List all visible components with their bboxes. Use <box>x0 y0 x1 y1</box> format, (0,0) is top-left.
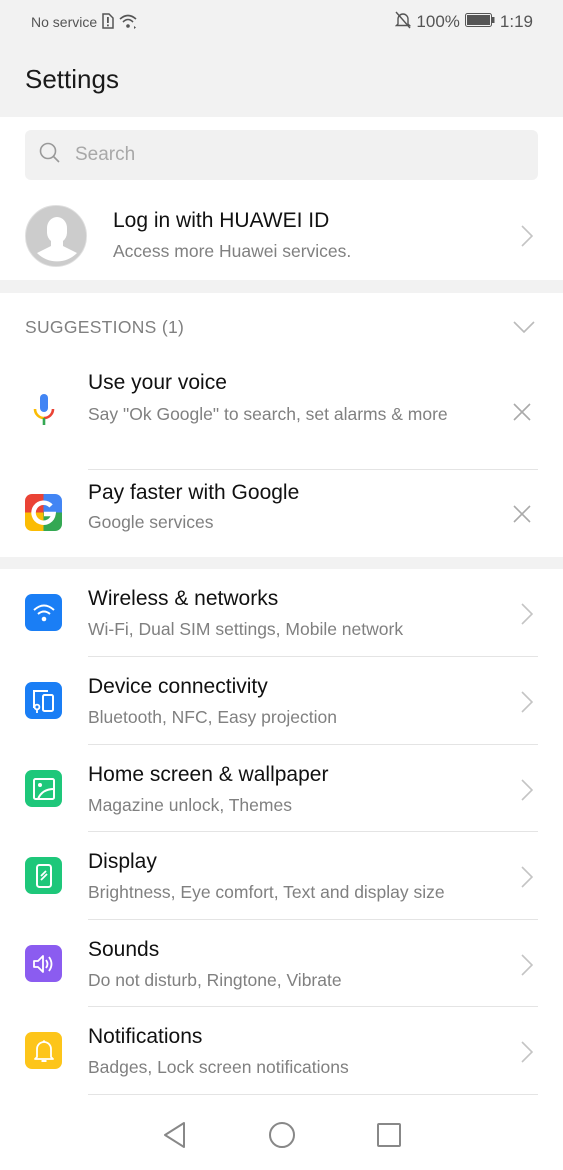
status-right: 100% 1:19 <box>395 11 533 34</box>
item-title: Display <box>88 850 157 873</box>
huawei-id-login[interactable]: Log in with HUAWEI ID Access more Huawei… <box>0 197 563 280</box>
account-title: Log in with HUAWEI ID <box>113 209 330 232</box>
chevron-right-icon <box>521 603 533 625</box>
suggestion-item[interactable]: Use your voice Say "Ok Google" to search… <box>0 361 563 470</box>
chevron-right-icon <box>521 225 533 247</box>
chevron-down-icon[interactable] <box>513 320 535 338</box>
battery-percent: 100% <box>416 12 460 31</box>
wallpaper-icon <box>25 770 62 807</box>
close-icon[interactable] <box>513 403 531 426</box>
item-title: Sounds <box>88 938 160 961</box>
suggestions-card: SUGGESTIONS (1) Use your voice Say "Ok G… <box>0 293 563 557</box>
suggestion-title: Pay faster with Google <box>88 481 300 504</box>
sim-alert-icon <box>101 12 114 32</box>
item-title: Device connectivity <box>88 675 268 698</box>
display-icon <box>25 857 62 894</box>
settings-item-device-connectivity[interactable]: Device connectivity Bluetooth, NFC, Easy… <box>0 657 563 745</box>
settings-item-sounds[interactable]: Sounds Do not disturb, Ringtone, Vibrate <box>0 920 563 1007</box>
search-icon <box>39 142 75 169</box>
item-subtitle: Do not disturb, Ringtone, Vibrate <box>88 970 342 990</box>
close-icon[interactable] <box>513 505 531 528</box>
item-title: Wireless & networks <box>88 587 279 610</box>
item-subtitle: Brightness, Eye comfort, Text and displa… <box>88 882 445 902</box>
settings-item-home-screen[interactable]: Home screen & wallpaper Magazine unlock,… <box>0 745 563 832</box>
divider <box>88 1094 538 1095</box>
wifi-icon <box>25 594 62 631</box>
search-bar[interactable] <box>25 130 538 180</box>
item-subtitle: Magazine unlock, Themes <box>88 795 292 815</box>
suggestion-item[interactable]: Pay faster with Google Google services <box>0 470 563 557</box>
item-subtitle: Bluetooth, NFC, Easy projection <box>88 707 338 727</box>
bell-off-icon <box>395 11 412 34</box>
item-title: Notifications <box>88 1025 203 1048</box>
back-icon[interactable] <box>162 1121 188 1154</box>
suggestion-subtitle: Google services <box>88 512 214 532</box>
settings-item-wireless[interactable]: Wireless & networks Wi-Fi, Dual SIM sett… <box>0 569 563 657</box>
carrier-label: No service <box>31 14 98 30</box>
chevron-right-icon <box>521 691 533 713</box>
page-title: Settings <box>25 64 119 94</box>
search-input[interactable] <box>75 144 495 166</box>
bell-icon <box>25 1032 62 1069</box>
settings-item-notifications[interactable]: Notifications Badges, Lock screen notifi… <box>0 1007 563 1095</box>
battery-icon <box>464 12 495 32</box>
status-left: No service <box>31 12 138 32</box>
suggestion-subtitle: Say "Ok Google" to search, set alarms & … <box>88 404 448 424</box>
suggestions-header: SUGGESTIONS (1) <box>25 317 185 337</box>
recents-icon[interactable] <box>376 1122 402 1153</box>
google-g-icon <box>25 494 62 531</box>
item-subtitle: Wi-Fi, Dual SIM settings, Mobile network <box>88 619 404 639</box>
top-card: Log in with HUAWEI ID Access more Huawei… <box>0 117 563 280</box>
account-subtitle: Access more Huawei services. <box>113 241 352 261</box>
item-title: Home screen & wallpaper <box>88 763 329 786</box>
navigation-bar <box>0 1105 563 1170</box>
devices-icon <box>25 682 62 719</box>
status-bar: No service 100% 1:19 <box>0 0 563 44</box>
item-subtitle: Badges, Lock screen notifications <box>88 1057 349 1077</box>
chevron-right-icon <box>521 779 533 801</box>
speaker-icon <box>25 945 62 982</box>
avatar <box>25 205 87 267</box>
header: Settings <box>0 44 563 117</box>
settings-item-display[interactable]: Display Brightness, Eye comfort, Text an… <box>0 832 563 920</box>
clock: 1:19 <box>499 12 533 31</box>
wifi-icon <box>118 13 138 32</box>
settings-list: Wireless & networks Wi-Fi, Dual SIM sett… <box>0 569 563 1170</box>
chevron-right-icon <box>521 866 533 888</box>
chevron-right-icon <box>521 954 533 976</box>
google-mic-icon <box>25 391 62 428</box>
suggestion-title: Use your voice <box>88 371 227 394</box>
chevron-right-icon <box>521 1041 533 1063</box>
home-icon[interactable] <box>268 1121 296 1154</box>
